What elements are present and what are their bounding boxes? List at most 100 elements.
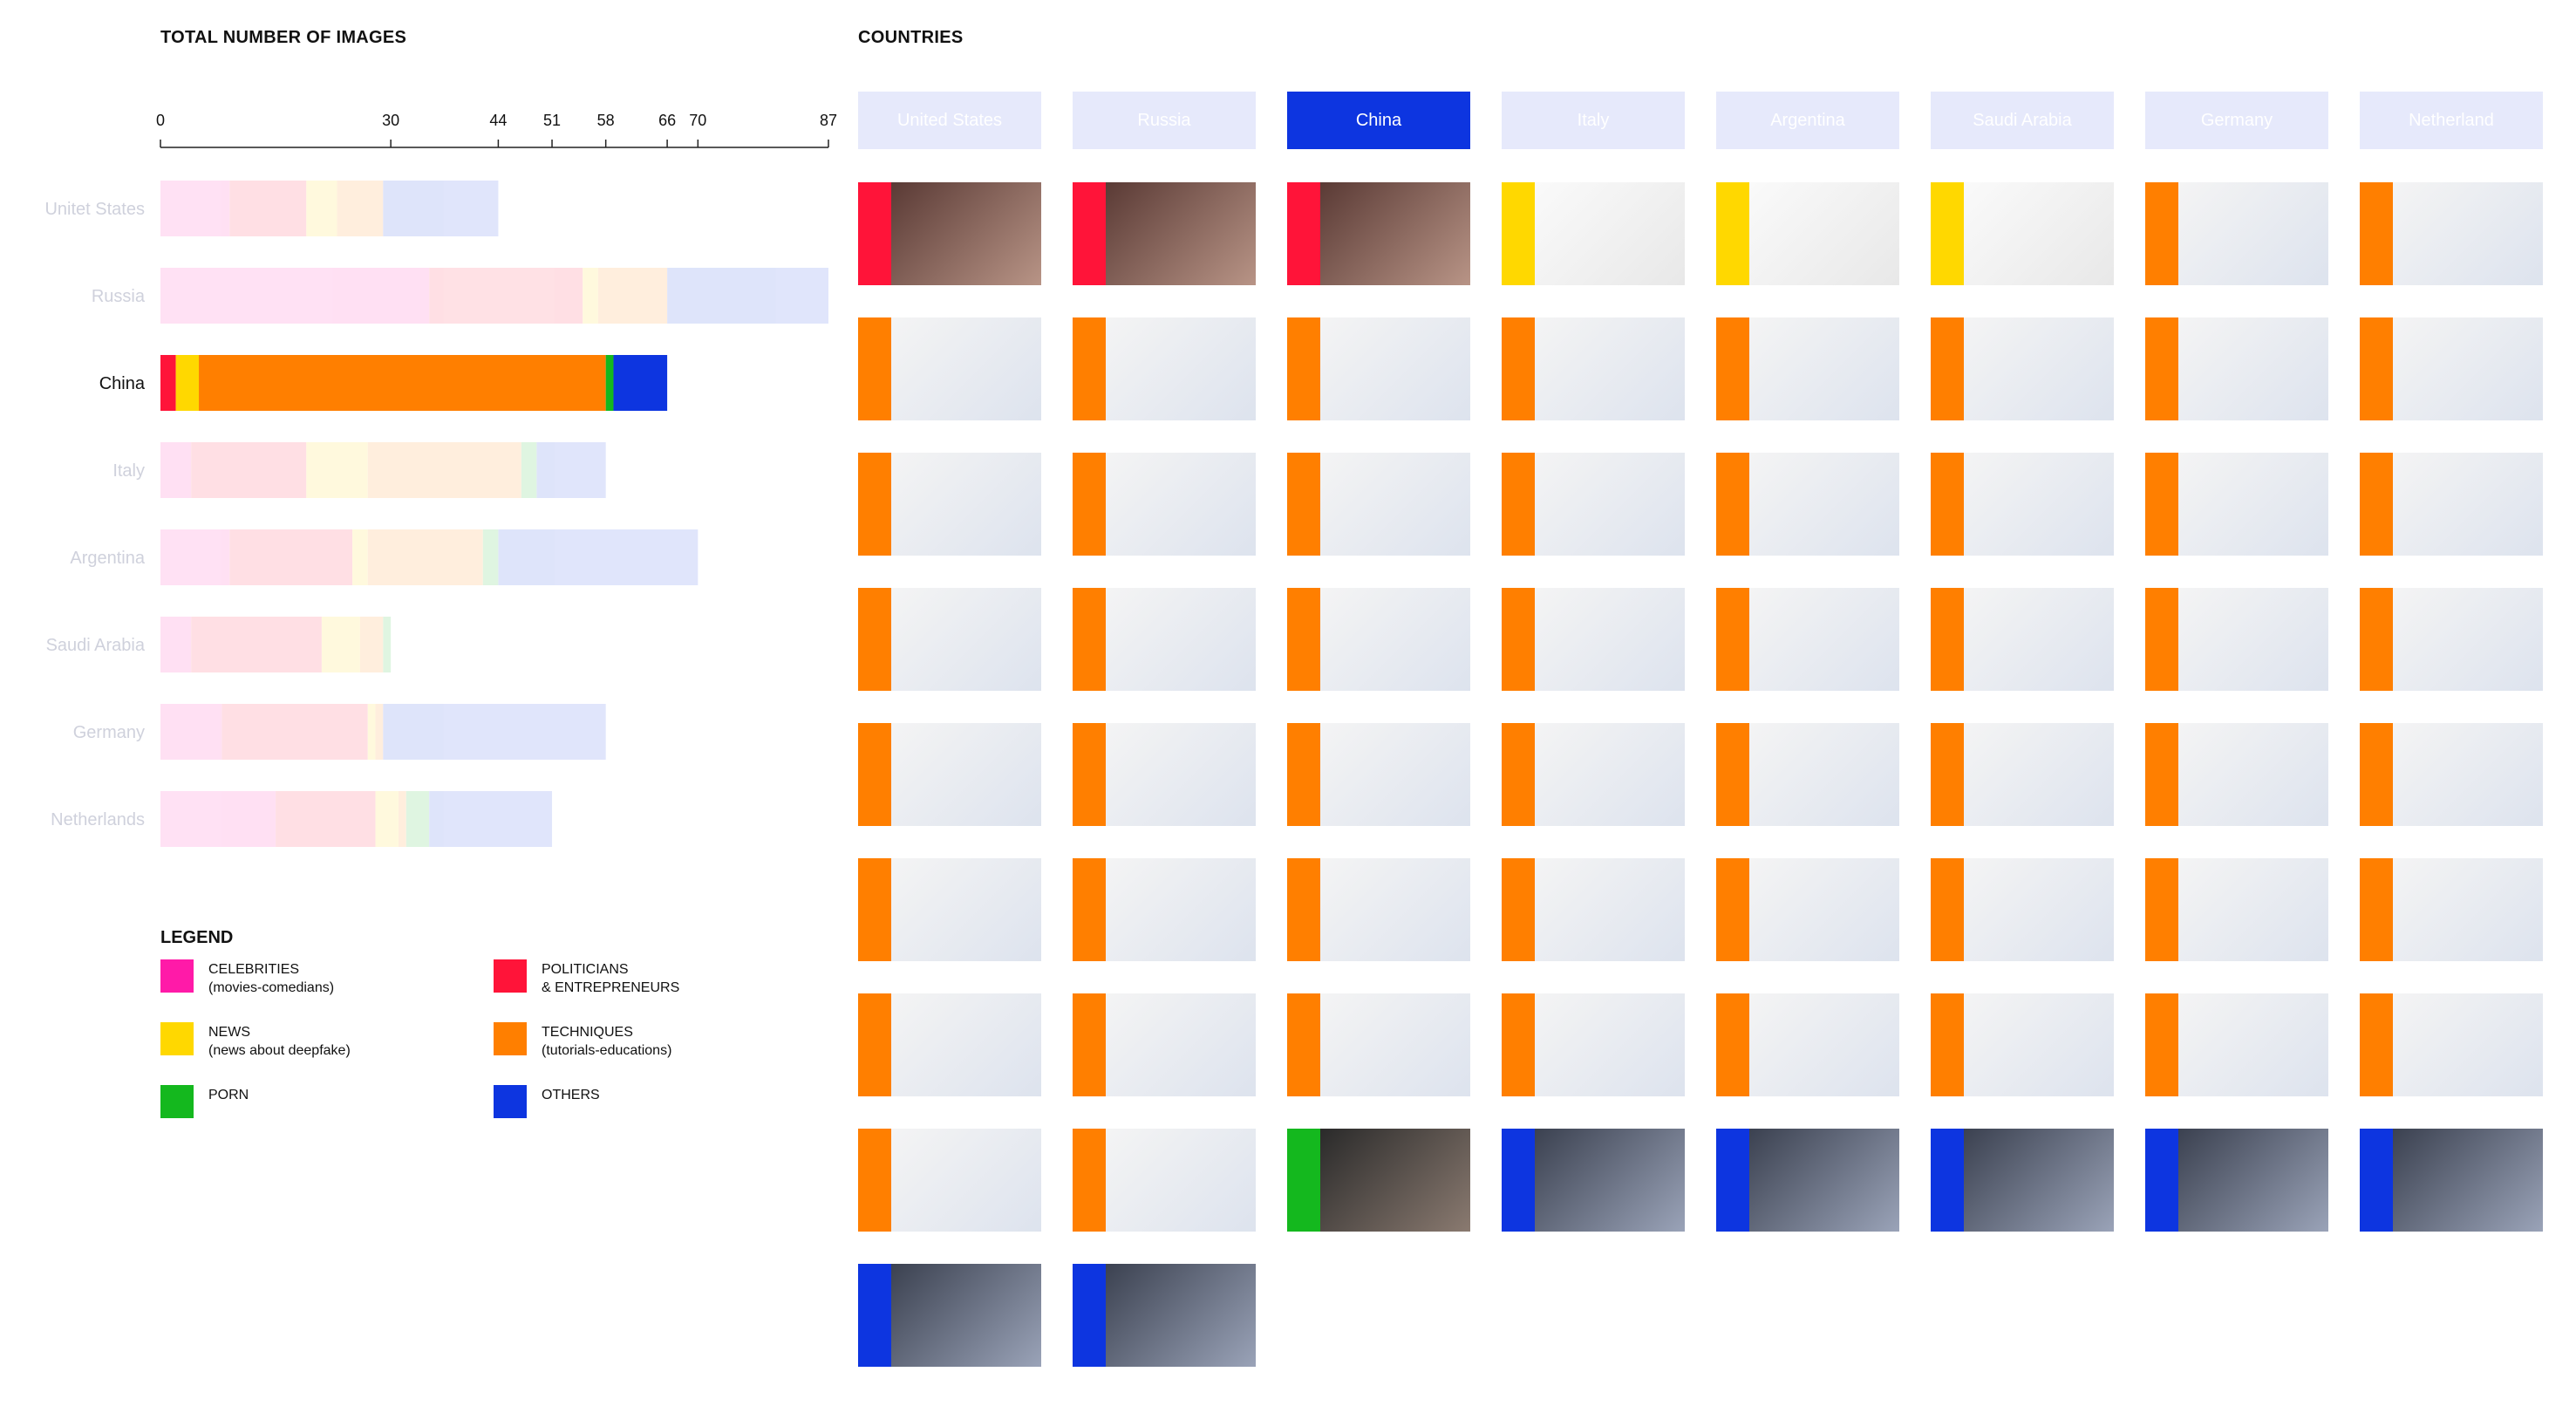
country-tab[interactable]: Italy [1502,92,1685,149]
bar-segment[interactable] [160,268,430,324]
image-thumbnail[interactable] [2145,723,2328,826]
image-thumbnail[interactable] [1931,1129,2114,1232]
bar-segment[interactable] [229,529,353,585]
bar-segment[interactable] [199,355,606,411]
bar-segment[interactable] [375,704,384,760]
image-thumbnail[interactable] [1502,858,1685,961]
image-thumbnail[interactable] [2360,993,2543,1096]
image-thumbnail[interactable] [1931,182,2114,285]
bar-segment[interactable] [667,268,828,324]
image-thumbnail[interactable] [1716,993,1899,1096]
image-thumbnail[interactable] [1716,588,1899,691]
bar-segment[interactable] [321,617,360,672]
image-thumbnail[interactable] [1073,317,1256,420]
image-thumbnail[interactable] [2360,317,2543,420]
bar-segment[interactable] [337,181,384,236]
image-thumbnail[interactable] [1073,453,1256,556]
image-thumbnail[interactable] [1287,723,1470,826]
bar-segment[interactable] [160,704,222,760]
country-tab[interactable]: China [1287,92,1470,149]
image-thumbnail[interactable] [1287,182,1470,285]
bar-segment[interactable] [583,268,598,324]
bar-segment[interactable] [276,791,376,847]
image-thumbnail[interactable] [1716,182,1899,285]
bar-segment[interactable] [359,617,384,672]
bar-segment[interactable] [191,442,307,498]
bar-segment[interactable] [191,617,322,672]
bar-segment[interactable] [367,442,521,498]
bar-segment[interactable] [482,529,499,585]
image-thumbnail[interactable] [2145,993,2328,1096]
image-thumbnail[interactable] [1716,858,1899,961]
bar-segment[interactable] [160,617,192,672]
image-thumbnail[interactable] [1931,453,2114,556]
bar-segment[interactable] [306,181,337,236]
image-thumbnail[interactable] [2360,453,2543,556]
image-thumbnail[interactable] [2360,1129,2543,1232]
bar-segment[interactable] [229,181,307,236]
image-thumbnail[interactable] [1073,588,1256,691]
bar-segment[interactable] [521,442,537,498]
image-thumbnail[interactable] [1502,453,1685,556]
image-thumbnail[interactable] [2360,858,2543,961]
image-thumbnail[interactable] [1716,453,1899,556]
image-thumbnail[interactable] [858,993,1041,1096]
image-thumbnail[interactable] [1931,858,2114,961]
image-thumbnail[interactable] [2360,182,2543,285]
bar-segment[interactable] [605,355,614,411]
image-thumbnail[interactable] [1502,317,1685,420]
image-thumbnail[interactable] [2145,317,2328,420]
image-thumbnail[interactable] [2360,723,2543,826]
image-thumbnail[interactable] [2145,182,2328,285]
image-thumbnail[interactable] [858,588,1041,691]
bar-segment[interactable] [383,181,499,236]
bar-segment[interactable] [160,181,230,236]
image-thumbnail[interactable] [858,453,1041,556]
bar-segment[interactable] [597,268,668,324]
image-thumbnail[interactable] [1287,1129,1470,1232]
bar-segment[interactable] [375,791,399,847]
image-thumbnail[interactable] [1073,1129,1256,1232]
bar-segment[interactable] [221,704,368,760]
country-tab[interactable]: United States [858,92,1041,149]
bar-segment[interactable] [405,791,430,847]
country-tab[interactable]: Argentina [1716,92,1899,149]
country-tab[interactable]: Russia [1073,92,1256,149]
bar-segment[interactable] [352,529,368,585]
image-thumbnail[interactable] [1287,453,1470,556]
country-tab[interactable]: Saudi Arabia [1931,92,2114,149]
country-tab[interactable]: Germany [2145,92,2328,149]
image-thumbnail[interactable] [1502,993,1685,1096]
image-thumbnail[interactable] [1502,1129,1685,1232]
image-thumbnail[interactable] [1073,723,1256,826]
image-thumbnail[interactable] [1073,993,1256,1096]
image-thumbnail[interactable] [2145,858,2328,961]
country-tab[interactable]: Netherland [2360,92,2543,149]
bar-segment[interactable] [383,704,606,760]
bar-segment[interactable] [367,704,376,760]
image-thumbnail[interactable] [1073,1264,1256,1367]
image-thumbnail[interactable] [858,1264,1041,1367]
bar-segment[interactable] [306,442,368,498]
image-thumbnail[interactable] [858,723,1041,826]
image-thumbnail[interactable] [1716,723,1899,826]
bar-segment[interactable] [160,529,230,585]
image-thumbnail[interactable] [2145,588,2328,691]
image-thumbnail[interactable] [1073,858,1256,961]
image-thumbnail[interactable] [1716,1129,1899,1232]
bar-segment[interactable] [398,791,406,847]
bar-segment[interactable] [160,791,276,847]
image-thumbnail[interactable] [858,1129,1041,1232]
image-thumbnail[interactable] [1931,723,2114,826]
bar-segment[interactable] [175,355,200,411]
image-thumbnail[interactable] [1287,858,1470,961]
image-thumbnail[interactable] [1287,993,1470,1096]
bar-segment[interactable] [160,355,176,411]
image-thumbnail[interactable] [1502,723,1685,826]
bar-segment[interactable] [429,268,583,324]
bar-segment[interactable] [429,791,553,847]
bar-segment[interactable] [383,617,392,672]
bar-segment[interactable] [498,529,699,585]
image-thumbnail[interactable] [1287,588,1470,691]
image-thumbnail[interactable] [858,858,1041,961]
